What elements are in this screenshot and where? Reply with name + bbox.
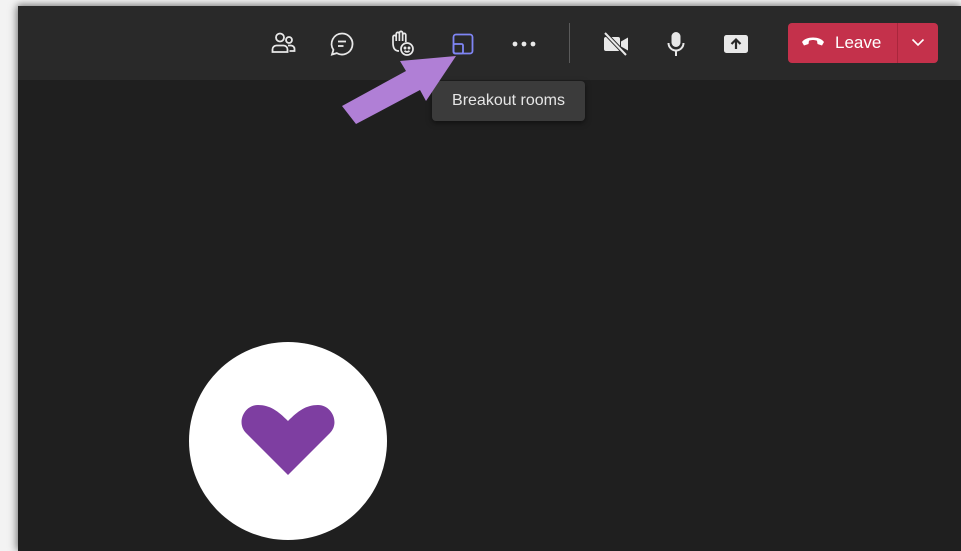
leave-button[interactable]: Leave [788,23,897,63]
participants-button[interactable] [263,24,303,64]
leave-button-group: Leave [788,23,938,63]
camera-off-icon [601,31,631,57]
leave-options-button[interactable] [898,23,938,63]
leave-label: Leave [835,33,882,52]
annotation-arrow [342,56,456,124]
meeting-stage [18,80,961,551]
toolbar-divider [569,23,570,63]
participant-avatar [189,342,387,540]
meeting-toolbar: Leave [18,6,961,80]
heart-logo-icon [238,397,338,486]
more-options-icon [511,39,537,49]
hang-up-icon [800,34,826,52]
meeting-window: Leave Breakout rooms [18,6,961,551]
microphone-button[interactable] [656,24,696,64]
participants-icon [269,30,297,58]
share-screen-icon [722,32,750,56]
chevron-down-icon [911,34,925,52]
camera-button[interactable] [596,24,636,64]
microphone-icon [664,30,688,58]
share-screen-button[interactable] [716,24,756,64]
more-options-button[interactable] [504,24,544,64]
